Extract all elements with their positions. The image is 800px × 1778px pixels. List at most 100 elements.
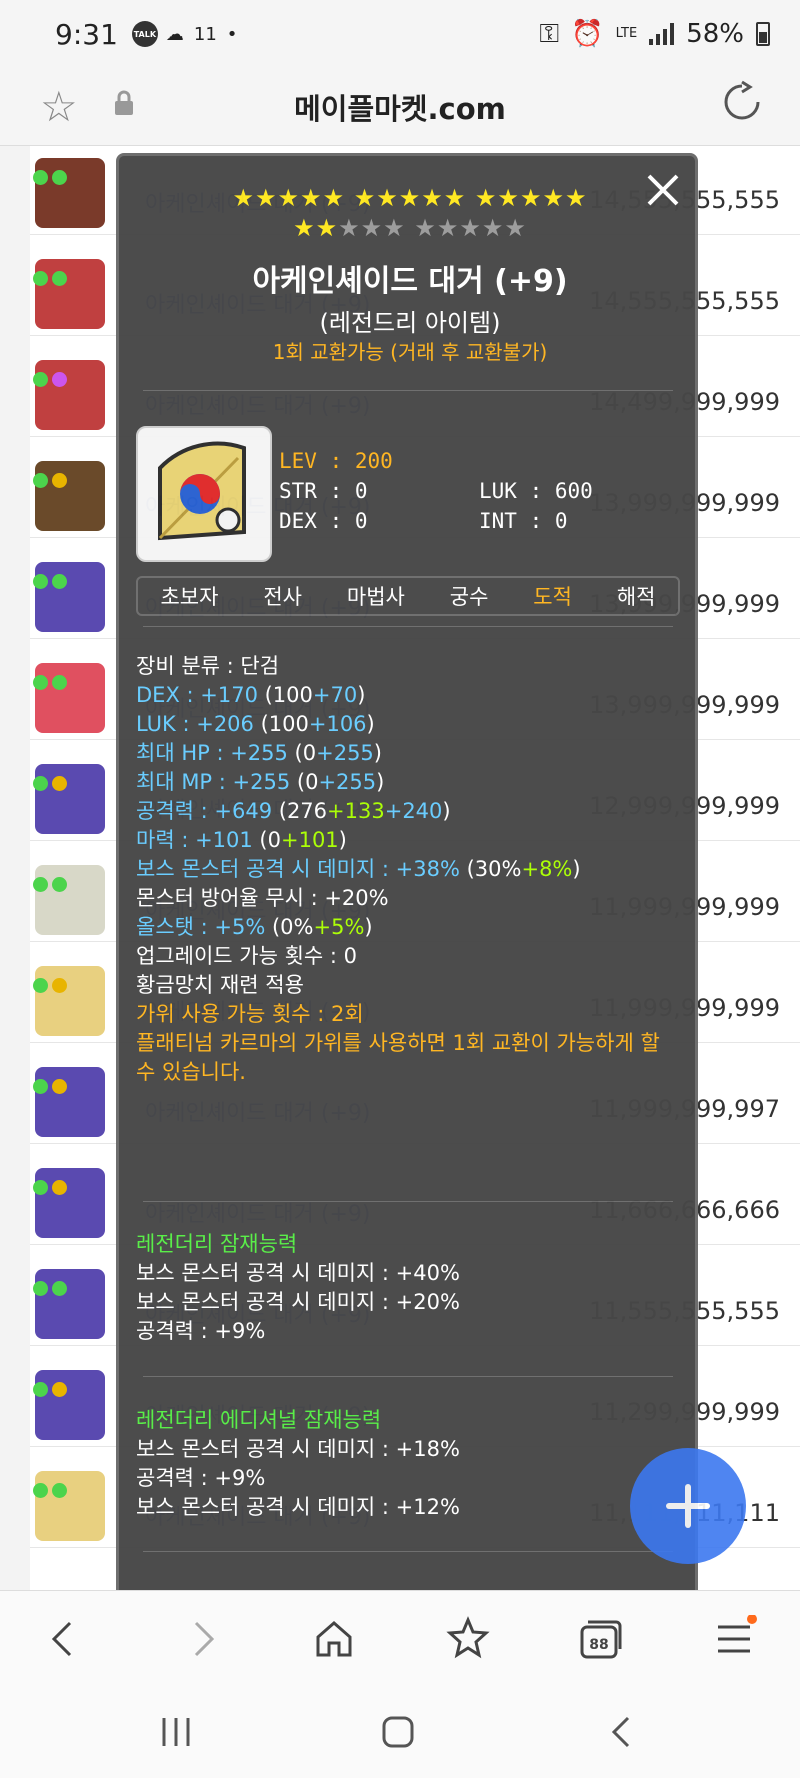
option-dot [33,271,48,286]
option-dots [33,978,67,993]
option-dot [52,978,67,993]
option-dots [33,271,67,286]
browser-address-bar: ☆ 메이플마켓.com [0,68,800,146]
equip-category: 장비 분류 : 단검 [136,654,280,678]
notification-count: 11 [193,23,217,45]
option-dot [52,271,67,286]
item-grade: (레전드리 아이템) [319,309,501,337]
option-dots [33,1382,67,1397]
job-pirate: 해적 [616,585,656,609]
stat-dex: DEX : +170 (100+70) [136,683,366,707]
divider [143,1551,673,1552]
option-dot [33,776,48,791]
option-dot [33,372,48,387]
browser-bottom-nav: 88 [0,1590,800,1686]
tabs-icon[interactable]: 88 [576,1615,624,1663]
luk-requirement: LUK : 600 [479,479,593,503]
lte-icon: LTE [615,26,638,41]
option-dots [33,1180,67,1195]
item-thumbnail [35,1471,105,1541]
item-stats: 장비 분류 : 단검 DEX : +170 (100+70) LUK : +20… [136,652,676,1087]
potential-title: 레전더리 잠재능력 [136,1232,298,1256]
item-thumbnail [35,966,105,1036]
option-dot [33,978,48,993]
forward-icon[interactable] [178,1615,226,1663]
item-title: 아케인셰이드 대거 (+9) [252,264,568,299]
potential-line: 공격력 : +9% [136,1319,266,1343]
signal-icon [649,23,675,45]
bookmarks-icon[interactable] [444,1615,492,1663]
potential-section: 레전더리 잠재능력 보스 몬스터 공격 시 데미지 : +40% 보스 몬스터 … [136,1230,676,1346]
job-requirements: 초보자 전사 마법사 궁수 도적 해적 [136,576,680,616]
additional-potential-line: 보스 몬스터 공격 시 데미지 : +18% [136,1437,460,1461]
option-dot [33,1382,48,1397]
option-dot [33,473,48,488]
option-dot [33,574,48,589]
battery-icon [756,22,770,46]
stat-hp: 최대 HP : +255 (0+255) [136,741,382,765]
item-thumbnail [35,259,105,329]
recent-apps-icon[interactable] [158,1714,194,1750]
starforce-stars: ★★★★★ ★★★★★ ★★★★★ [232,184,588,212]
additional-potential-line: 공격력 : +9% [136,1466,266,1490]
option-dot [52,1079,67,1094]
option-dots [33,1483,67,1498]
option-dots [33,877,67,892]
item-image [136,426,272,562]
option-dot [52,675,67,690]
back-icon[interactable] [40,1615,88,1663]
level-requirement: LEV : 200 [279,449,393,473]
option-dot [33,675,48,690]
item-thumbnail [35,158,105,228]
home-button-icon[interactable] [380,1714,416,1750]
item-thumbnail [35,865,105,935]
option-dot [33,170,48,185]
system-back-icon[interactable] [604,1714,640,1750]
option-dot [52,574,67,589]
job-beginner: 초보자 [160,585,219,609]
stat-boss-damage: 보스 몬스터 공격 시 데미지 : +38% (30%+8%) [136,857,581,881]
fan-dagger-icon [158,441,246,541]
item-thumbnail [35,562,105,632]
int-requirement: INT : 0 [479,509,568,533]
stat-mp: 최대 MP : +255 (0+255) [136,770,385,794]
option-dot [52,1483,67,1498]
additional-potential-section: 레전더리 에디셔널 잠재능력 보스 몬스터 공격 시 데미지 : +18% 공격… [136,1406,676,1522]
option-dot [33,1483,48,1498]
option-dots [33,675,67,690]
reload-icon[interactable] [720,80,764,124]
url-domain[interactable]: 메이플마켓.com [0,86,800,128]
item-thumbnail [35,1168,105,1238]
potential-line: 보스 몬스터 공격 시 데미지 : +40% [136,1261,460,1285]
option-dot [52,776,67,791]
option-dot [33,1281,48,1296]
cloud-icon: ☁ [165,23,184,45]
option-dot [33,877,48,892]
dex-requirement: DEX : 0 [279,509,368,533]
stat-luk: LUK : +206 (100+106) [136,712,375,736]
option-dot [52,372,67,387]
exchange-info: 1회 교환가능 (거래 후 교환불가) [272,340,548,364]
divider [143,626,673,627]
option-dot [52,877,67,892]
alarm-icon: ⏰ [571,19,604,49]
svg-text:88: 88 [589,1637,608,1653]
divider [143,390,673,391]
starforce-row-1: ★★★★★ ★★★★★ ★★★★★ [119,184,701,212]
scissors-note: 플래티넘 카르마의 가위를 사용하면 1회 교환이 가능하게 할 수 있습니다. [136,1031,660,1084]
upgrade-count: 업그레이드 가능 횟수 : 0 [136,944,358,968]
option-dot [52,473,67,488]
starforce-row-2: ★★★★★ ★★★★★ [119,214,701,242]
clock: 9:31 [55,17,118,51]
menu-icon[interactable] [710,1615,758,1663]
home-icon[interactable] [310,1615,358,1663]
status-bar: 9:31 TALK ☁ 11 • ⚿ ⏰ LTE 58% [0,0,800,68]
system-nav-bar [0,1686,800,1778]
divider [143,1376,673,1377]
stat-magic: 마력 : +101 (0+101) [136,828,347,852]
option-dots [33,1281,67,1296]
option-dots [33,372,67,387]
job-thief: 도적 [533,585,572,609]
item-thumbnail [35,1067,105,1137]
add-button[interactable] [630,1448,746,1564]
